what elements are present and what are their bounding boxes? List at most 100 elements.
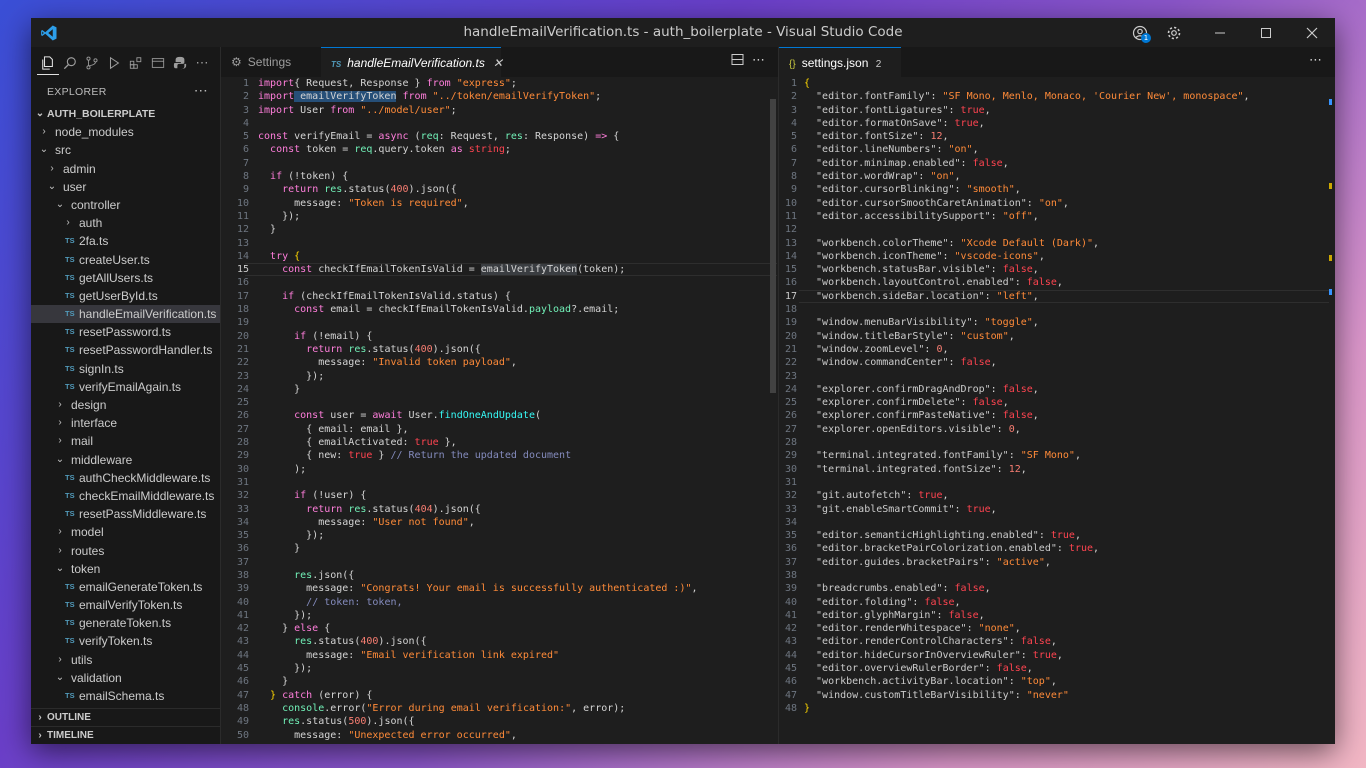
outline-section[interactable]: › OUTLINE — [31, 708, 220, 727]
tree-folder[interactable]: › admin — [31, 160, 220, 178]
tab-settings[interactable]: ⚙ Settings — [221, 47, 323, 77]
tree-folder[interactable]: › model — [31, 523, 220, 541]
tree-file[interactable]: TS resetPasswordHandler.ts — [31, 341, 220, 359]
tab-handle-email-verification[interactable]: TS handleEmailVerification.ts ✕ — [321, 47, 503, 78]
code-editor-left[interactable]: 1 2 3 4 5 6 7 8 9 10 11 12 13 14 15 16 17 18 19 20 21 22 23 24 2… — [221, 77, 778, 744]
tree-file[interactable]: TS 2fa.ts — [31, 232, 220, 250]
maximize-icon[interactable] — [1243, 18, 1289, 47]
code-line: import User from "../model/user"; — [258, 104, 457, 116]
more-views-icon[interactable]: ⋯ — [191, 52, 213, 74]
line-number: 39 — [784, 583, 797, 595]
line-number: 47 — [784, 689, 797, 701]
title-bar: handleEmailVerification.ts - auth_boiler… — [31, 18, 1335, 47]
code-line: }); — [258, 609, 313, 621]
code-line: { email: email }, — [258, 423, 409, 435]
tree-file[interactable]: TS checkEmailMiddleware.ts — [31, 487, 220, 505]
code-line: "git.autofetch": true, — [804, 490, 949, 502]
explorer-files-icon[interactable] — [37, 52, 59, 75]
tree-item-label: createUser.ts — [79, 252, 150, 267]
tree-folder[interactable]: ⌄ token — [31, 560, 220, 578]
accounts-icon[interactable]: 1 — [1127, 18, 1153, 47]
close-icon[interactable]: ✕ — [493, 56, 503, 70]
workspace-root[interactable]: ⌄ AUTH_BOILERPLATE — [31, 105, 220, 123]
python-icon[interactable] — [169, 52, 191, 74]
tree-folder[interactable]: › interface — [31, 414, 220, 432]
tree-folder[interactable]: › auth — [31, 214, 220, 232]
tree-file[interactable]: TS emailVerifyToken.ts — [31, 596, 220, 614]
typescript-file-icon: TS — [65, 254, 75, 264]
tree-folder[interactable]: ⌄ controller — [31, 196, 220, 214]
tree-item-label: admin — [63, 161, 96, 176]
tree-file[interactable]: TS generateToken.ts — [31, 614, 220, 632]
code-line: }); — [258, 210, 301, 222]
chevron-right-icon: › — [58, 544, 62, 556]
tree-file[interactable]: TS resetPassMiddleware.ts — [31, 505, 220, 523]
tree-item-label: design — [71, 398, 107, 412]
tree-file[interactable]: TS getAllUsers.ts — [31, 269, 220, 287]
tree-folder[interactable]: ⌄ user — [31, 178, 220, 196]
line-number: 28 — [236, 437, 249, 449]
tree-folder[interactable]: ⌄ middleware — [31, 451, 220, 469]
remote-explorer-icon[interactable] — [147, 52, 169, 74]
line-number: 21 — [236, 343, 249, 355]
outline-label: OUTLINE — [47, 712, 91, 723]
tree-folder[interactable]: › mail — [31, 432, 220, 450]
tree-file[interactable]: TS emailSchema.ts — [31, 687, 220, 705]
tree-file[interactable]: TS handleEmailVerification.ts — [31, 305, 220, 324]
code-line: message: "Invalid token payload", — [258, 357, 517, 369]
line-number: 6 — [242, 144, 249, 156]
code-line: "window.menuBarVisibility": "toggle", — [804, 317, 1039, 329]
editor-more-icon[interactable]: ⋯ — [752, 53, 765, 68]
tree-folder[interactable]: ⌄ src — [31, 141, 220, 159]
tree-item-label: routes — [71, 543, 105, 558]
run-debug-icon[interactable] — [103, 52, 125, 74]
tree-file[interactable]: TS verifyEmailAgain.ts — [31, 378, 220, 396]
split-editor-icon[interactable] — [731, 53, 744, 70]
code-editor-right[interactable]: 1 2 3 4 5 6 7 8 9 10 11 12 13 14 15 16 17 18 19 20 21 22 23 24 2… — [779, 77, 1335, 744]
close-window-icon[interactable] — [1289, 18, 1335, 47]
tree-file[interactable]: TS authCheckMiddleware.ts — [31, 469, 220, 487]
source-control-icon[interactable] — [81, 52, 103, 74]
minimize-icon[interactable] — [1197, 18, 1243, 47]
explorer-more-icon[interactable]: ⋯ — [194, 82, 208, 99]
code-line: "window.titleBarStyle": "custom", — [804, 330, 1015, 342]
tree-folder[interactable]: ⌄ validation — [31, 669, 220, 687]
tree-folder[interactable]: › routes — [31, 542, 220, 560]
tree-folder[interactable]: › utils — [31, 651, 220, 669]
tab-settings-json[interactable]: {}settings.json 2 ✕ — [779, 47, 901, 102]
tree-item-label: generateToken.ts — [79, 616, 172, 631]
timeline-section[interactable]: › TIMELINE — [31, 726, 220, 744]
tree-file[interactable]: TS createUser.ts — [31, 251, 220, 269]
line-number: 11 — [784, 210, 797, 222]
tree-item-label: model — [71, 525, 104, 540]
line-number: 49 — [236, 716, 249, 728]
chevron-down-icon: ⌄ — [55, 198, 65, 210]
extensions-icon[interactable] — [125, 52, 147, 74]
line-number: 40 — [236, 596, 249, 608]
code-line: import{ Request, Response } from "expres… — [258, 78, 517, 89]
tree-file[interactable]: TS verifyToken.ts — [31, 632, 220, 650]
tree-file[interactable]: TS getUserById.ts — [31, 287, 220, 305]
tab-active-label: handleEmailVerification.ts — [347, 56, 485, 70]
code-line: "editor.overviewRulerBorder": false, — [804, 663, 1033, 675]
tree-folder[interactable]: › node_modules — [31, 123, 220, 141]
tree-item-label: utils — [71, 652, 93, 667]
chevron-down-icon: ⌄ — [47, 180, 57, 192]
line-number: 15 — [784, 264, 797, 276]
search-icon[interactable] — [59, 52, 81, 74]
code-content[interactable]: import{ Request, Response } from "expres… — [258, 77, 698, 742]
code-line: "editor.glyphMargin": false, — [804, 609, 985, 621]
line-number: 33 — [784, 503, 797, 515]
code-content[interactable]: { "editor.fontFamily": "SF Mono, Menlo, … — [804, 77, 1250, 715]
tree-folder[interactable]: › design — [31, 396, 220, 414]
editor-more-icon[interactable]: ⋯ — [1309, 53, 1322, 68]
tree-item-label: emailGenerateToken.ts — [79, 579, 203, 594]
tree-file[interactable]: TS signIn.ts — [31, 360, 220, 378]
scrollbar-thumb[interactable] — [770, 99, 776, 393]
line-number: 19 — [784, 317, 797, 329]
line-number: 10 — [784, 197, 797, 209]
tree-file[interactable]: TS emailGenerateToken.ts — [31, 578, 220, 596]
gear-icon[interactable] — [1161, 18, 1187, 47]
tree-file[interactable]: TS resetPassword.ts — [31, 323, 220, 341]
